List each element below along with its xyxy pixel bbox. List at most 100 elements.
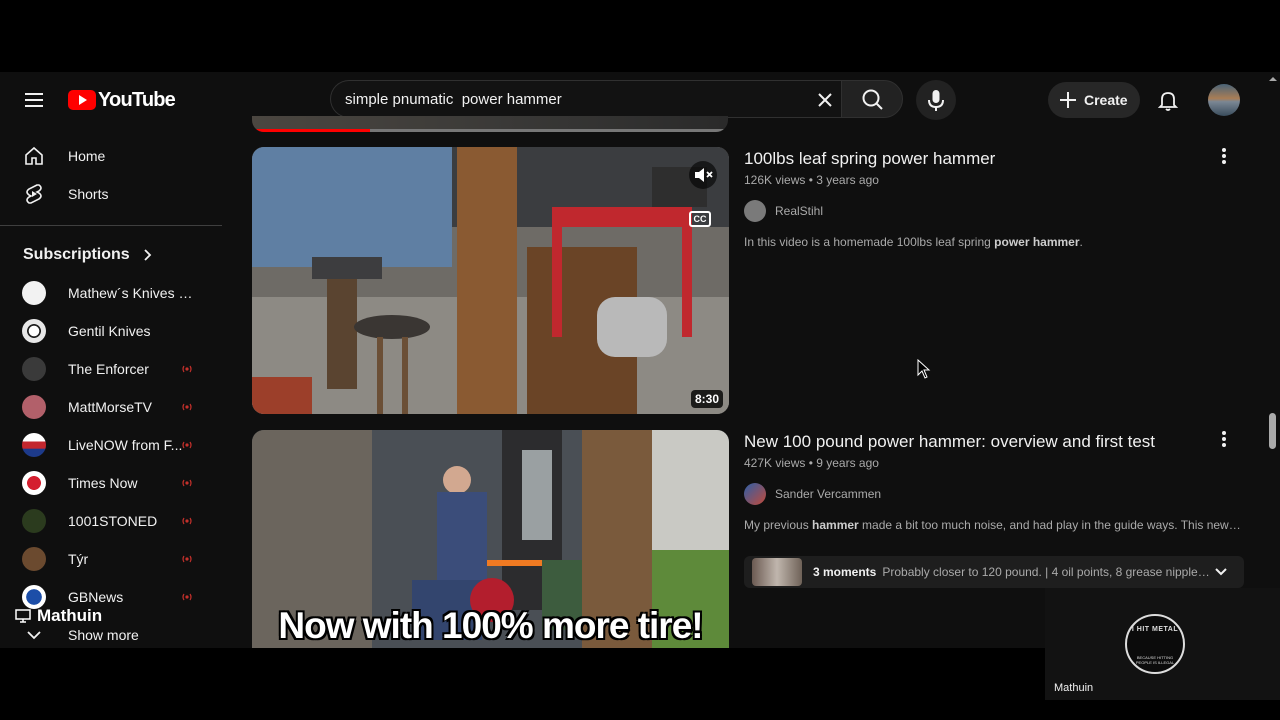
cam-name-label: Mathuin: [1054, 682, 1094, 694]
key-moments-bar[interactable]: 3 moments Probably closer to 120 pound. …: [744, 556, 1244, 588]
channel-avatar: [22, 471, 46, 495]
live-icon: [182, 365, 192, 373]
live-icon: [182, 555, 192, 563]
watch-progress-bar: [252, 129, 370, 132]
subscription-label: Times Now: [68, 475, 138, 491]
logo-text: I HIT METAL: [1131, 626, 1179, 633]
home-icon: [22, 144, 46, 168]
channel-avatar: [22, 357, 46, 381]
guide-sidebar: Home Shorts Subscriptions Mathew´s Knive…: [0, 128, 230, 648]
channel-logo: I HIT METAL BECAUSE HITTING PEOPLE IS IL…: [1125, 614, 1185, 674]
search-box: [330, 80, 841, 118]
scrollbar-thumb[interactable]: [1269, 413, 1276, 449]
monitor-icon: [15, 609, 31, 623]
sidebar-item-shorts[interactable]: Shorts: [12, 175, 220, 213]
video-description: My previous hammer made a bit too much n…: [744, 518, 1244, 532]
mute-toggle-icon[interactable]: [689, 161, 717, 189]
subscription-label: Gentil Knives: [68, 323, 151, 339]
live-icon: [182, 403, 192, 411]
video-thumbnail[interactable]: CC 8:30: [252, 147, 729, 414]
channel-name: Sander Vercammen: [775, 487, 882, 501]
moment-thumbnail: [752, 558, 802, 586]
page-scrollbar[interactable]: [1266, 72, 1280, 648]
logo-subtext: BECAUSE HITTING PEOPLE IS ILLEGAL: [1135, 655, 1175, 665]
subscription-label: GBNews: [68, 589, 124, 605]
sidebar-item-home[interactable]: Home: [12, 137, 220, 175]
live-icon: [182, 479, 192, 487]
sidebar-subscription-item[interactable]: MattMorseTV: [12, 388, 212, 426]
subscriptions-label: Subscriptions: [23, 246, 130, 263]
channel-link[interactable]: RealStihl: [744, 199, 1244, 223]
search-button[interactable]: [841, 80, 903, 118]
subscription-label: 1001STONED: [68, 513, 158, 529]
sidebar-item-label: Home: [68, 148, 106, 164]
chevron-down-icon[interactable]: [1212, 563, 1230, 581]
create-label: Create: [1084, 92, 1128, 108]
chevron-right-icon: [144, 249, 151, 261]
clear-search-icon[interactable]: [812, 87, 838, 113]
voice-search-button[interactable]: [916, 80, 956, 120]
channel-avatar: [22, 547, 46, 571]
video-duration: 8:30: [690, 390, 723, 408]
video-thumbnail[interactable]: Now with 100% more tire!: [252, 430, 729, 648]
previous-video-thumbnail[interactable]: [252, 116, 728, 132]
channel-avatar: [22, 281, 46, 305]
mouse-cursor-icon: [917, 359, 931, 379]
show-more-label: Show more: [68, 627, 139, 643]
channel-avatar: [22, 433, 46, 457]
live-icon: [182, 517, 192, 525]
thumbnail-caption: Now with 100% more tire!: [278, 605, 703, 646]
sidebar-subscription-item[interactable]: Týr: [12, 540, 212, 578]
moments-count: 3 moments: [813, 565, 877, 579]
scroll-up-arrow-icon[interactable]: [1266, 74, 1280, 84]
channel-avatar: [744, 483, 766, 505]
streamer-tag: Mathuin: [15, 606, 102, 626]
channel-name: RealStihl: [775, 204, 824, 218]
channel-avatar: [22, 395, 46, 419]
subscription-label: LiveNOW from F...: [68, 437, 183, 453]
subscription-label: Týr: [68, 551, 89, 567]
chevron-down-icon: [27, 631, 41, 640]
video-meta: New 100 pound power hammer: overview and…: [744, 430, 1244, 532]
video-stats: 427K views • 9 years ago: [744, 456, 879, 470]
webcam-overlay: I HIT METAL BECAUSE HITTING PEOPLE IS IL…: [1045, 588, 1280, 700]
subscription-label: The Enforcer: [68, 361, 149, 377]
closed-captions-icon[interactable]: CC: [689, 211, 711, 227]
video-stats: 126K views • 3 years ago: [744, 173, 879, 187]
logo-text: YouTube: [98, 88, 176, 111]
sidebar-subscription-item[interactable]: Gentil Knives: [12, 312, 212, 350]
live-icon: [182, 593, 192, 601]
channel-link[interactable]: Sander Vercammen: [744, 482, 1244, 506]
video-title[interactable]: New 100 pound power hammer: overview and…: [744, 430, 1244, 454]
more-actions-icon[interactable]: [1212, 427, 1236, 451]
video-title[interactable]: 100lbs leaf spring power hammer: [744, 147, 1244, 171]
subscription-label: MattMorseTV: [68, 399, 153, 415]
youtube-logo[interactable]: YouTube: [68, 86, 176, 114]
channel-avatar: [744, 200, 766, 222]
notifications-bell-icon[interactable]: [1154, 86, 1182, 114]
sidebar-subscription-item[interactable]: Times Now: [12, 464, 212, 502]
live-icon: [182, 441, 192, 449]
sidebar-item-label: Shorts: [68, 186, 109, 202]
watch-progress-track: [370, 129, 728, 132]
workshop-scene-image: [252, 147, 729, 414]
create-button[interactable]: Create: [1048, 82, 1140, 118]
sidebar-subscription-item[interactable]: The Enforcer: [12, 350, 212, 388]
channel-avatar: [22, 319, 46, 343]
search-input[interactable]: [345, 89, 805, 109]
account-avatar[interactable]: [1208, 84, 1240, 116]
shorts-icon: [22, 182, 46, 206]
youtube-window: YouTube Create: [0, 72, 1280, 648]
subscriptions-header[interactable]: Subscriptions: [23, 245, 158, 265]
menu-icon[interactable]: [22, 88, 46, 112]
microphone-icon: [928, 90, 944, 111]
sidebar-subscription-item[interactable]: LiveNOW from F...: [12, 426, 212, 464]
youtube-play-icon: [68, 90, 96, 110]
moments-text: Probably closer to 120 pound. | 4 oil po…: [882, 565, 1213, 579]
plus-icon: [1060, 92, 1076, 108]
sidebar-subscription-item[interactable]: 1001STONED: [12, 502, 212, 540]
search-icon: [862, 89, 883, 110]
sidebar-subscription-item[interactable]: Mathew´s Knives & ...: [12, 274, 212, 312]
more-actions-icon[interactable]: [1212, 144, 1236, 168]
channel-avatar: [22, 509, 46, 533]
